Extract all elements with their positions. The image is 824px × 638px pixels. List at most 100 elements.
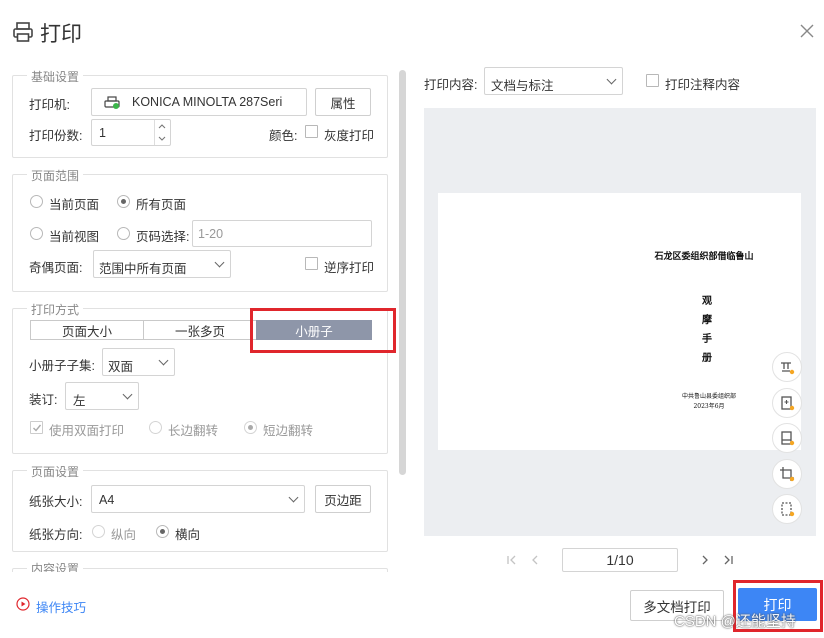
booklet-subset-select[interactable]: 双面 [102,348,175,376]
short-edge-label: 短边翻转 [263,424,314,438]
tab-multi-page[interactable]: 一张多页 [143,320,257,340]
dialog-title: 打印 [40,23,82,46]
printer-value: KONICA MINOLTA 287Seri [132,95,283,109]
margins-button[interactable]: 页边距 [315,485,371,513]
increment-icon[interactable] [157,122,167,130]
doc-title-char-3: 手 [702,334,712,345]
properties-button[interactable]: 属性 [315,88,371,116]
tips-link[interactable]: 操作技巧 [36,597,86,616]
all-pages-label: 所有页面 [136,198,187,212]
print-annotations-label: 打印注释内容 [665,78,741,92]
booklet-subset-value: 双面 [108,360,134,374]
crop-icon [780,467,795,482]
reverse-print-label: 逆序打印 [324,261,375,275]
text-edit-icon [781,362,795,375]
odd-even-select[interactable]: 范围中所有页面 [93,250,231,278]
current-page-label: 当前页面 [49,198,100,212]
binding-label: 装订: [29,393,58,407]
settings-scrollbar[interactable] [399,70,406,475]
page-select-radio[interactable] [117,227,130,240]
paper-size-label: 纸张大小: [29,495,83,509]
print-annotations-checkbox[interactable] [646,74,659,87]
printer-status-icon [104,96,120,109]
doc-title-char-1: 观 [702,296,712,307]
preview-page: 石龙区委组织部借临鲁山 观 摩 手 册 中共鲁山县委组织部 2023年6月 [438,193,801,450]
landscape-label: 横向 [175,528,201,542]
close-icon[interactable] [798,22,816,40]
copies-value: 1 [99,126,106,140]
split-page-icon [781,502,795,517]
paper-size-value: A4 [99,493,115,507]
printer-label: 打印机: [29,98,70,112]
chevron-down-icon [288,492,299,503]
doc-footer-line-2: 2023年6月 [693,403,725,410]
short-edge-radio[interactable] [244,421,257,434]
prev-page-icon[interactable] [528,553,542,567]
check-icon [33,424,42,432]
page-number-input[interactable]: 1/10 [562,548,678,572]
header-footer-tool[interactable] [772,423,802,453]
print-content-label: 打印内容: [424,78,478,92]
doc-footer-line-1: 中共鲁山县委组织部 [681,393,736,400]
current-view-radio[interactable] [30,227,43,240]
all-pages-radio[interactable] [117,195,130,208]
copies-stepper[interactable]: 1 [91,119,171,146]
print-content-select[interactable]: 文档与标注 [484,67,623,95]
highlight-box-booklet [250,308,396,353]
basic-settings-legend: 基础设置 [27,68,84,85]
grayscale-checkbox[interactable] [305,125,318,138]
paper-size-select[interactable]: A4 [91,485,305,513]
page-select-label: 页码选择: [136,230,190,244]
chevron-down-icon [158,355,169,366]
chevron-down-icon [606,74,617,85]
binding-select[interactable]: 左 [65,382,139,410]
split-tool[interactable] [772,494,802,524]
grayscale-label: 灰度打印 [324,129,375,143]
orientation-label: 纸张方向: [29,528,83,542]
duplex-label: 使用双面打印 [49,424,125,438]
content-settings-clip: 内容设置 [12,558,388,572]
header-footer-icon [781,431,795,446]
color-label: 颜色: [269,129,298,143]
landscape-radio[interactable] [156,525,169,538]
odd-even-value: 范围中所有页面 [99,262,187,276]
page-tool[interactable] [772,388,802,418]
portrait-radio[interactable] [92,525,105,538]
annotate-tool[interactable] [772,352,802,382]
page-setup-legend: 页面设置 [27,463,84,480]
decrement-icon[interactable] [157,135,167,143]
current-page-radio[interactable] [30,195,43,208]
page-range-legend: 页面范围 [27,167,84,184]
stepper-divider [154,120,155,145]
duplex-checkbox[interactable] [30,421,43,434]
print-mode-legend: 打印方式 [27,301,84,318]
tab-page-size[interactable]: 页面大小 [30,320,144,340]
page-number-icon [781,396,795,411]
binding-value: 左 [73,394,86,408]
last-page-icon[interactable] [721,553,735,567]
doc-title-char-2: 摩 [702,315,712,326]
copies-label: 打印份数: [29,129,83,143]
printer-icon [13,22,33,42]
print-dialog: 打印 基础设置 打印机: KONICA MINOLTA 287Seri 属性 打… [0,0,824,638]
content-settings-legend: 内容设置 [27,560,84,572]
watermark-text: CSDN @还能坚持 [674,613,796,630]
chevron-down-icon [214,257,225,268]
odd-even-label: 奇偶页面: [29,261,83,275]
page-select-input[interactable]: 1-20 [192,220,372,247]
chevron-down-icon [122,389,133,400]
current-view-label: 当前视图 [49,230,100,244]
portrait-label: 纵向 [111,528,137,542]
doc-org-line: 石龙区委组织部借临鲁山 [654,252,754,262]
next-page-icon[interactable] [698,553,712,567]
page-select-placeholder: 1-20 [198,227,224,241]
long-edge-radio[interactable] [149,421,162,434]
first-page-icon[interactable] [505,553,519,567]
reverse-print-checkbox[interactable] [305,257,318,270]
crop-tool[interactable] [772,459,802,489]
play-circle-icon [16,597,30,611]
doc-title-char-4: 册 [702,353,712,364]
long-edge-label: 长边翻转 [168,424,219,438]
print-content-value: 文档与标注 [491,79,554,93]
printer-select[interactable]: KONICA MINOLTA 287Seri [91,88,307,116]
